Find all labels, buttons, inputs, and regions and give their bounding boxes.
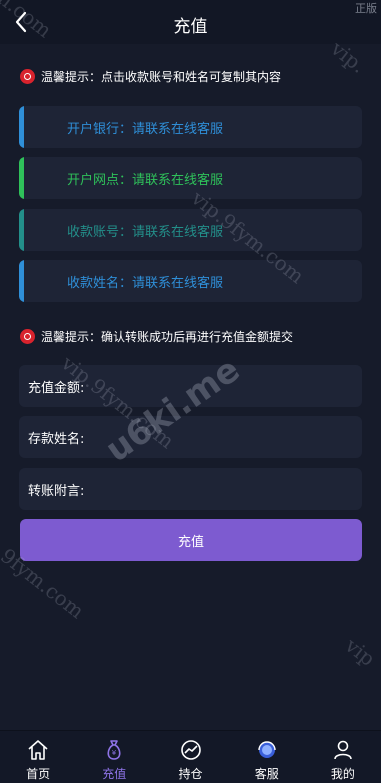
tab-holdings[interactable]: 持仓 [152,731,228,783]
card-accent-bar [19,260,24,302]
branch-text: 开户网点：请联系在线客服 [67,173,224,188]
tab-mine[interactable]: 我的 [305,731,381,783]
copy-tip-text: 温馨提示：点击收款账号和姓名可复制其内容 [41,69,282,84]
tab-home[interactable]: 首页 [0,731,76,783]
chart-icon [180,740,201,760]
money-bag-icon: ¥ [107,740,121,760]
svg-text:¥: ¥ [112,749,117,757]
tab-recharge[interactable]: ¥ 充值 [76,731,152,783]
tab-label: 首页 [26,767,51,781]
card-accent-bar [19,209,24,251]
info-card-name[interactable]: 收款姓名：请联系在线客服 [19,260,362,302]
bank-text: 开户银行：请联系在线客服 [67,122,224,137]
info-card-account[interactable]: 收款账号：请联系在线客服 [19,209,362,251]
recharge-page: 充值 正版 温馨提示：点击收款账号和姓名可复制其内容 开户银行：请联系在线客服 … [0,0,381,783]
home-icon [28,740,48,760]
transfer-tip: 温馨提示：确认转账成功后再进行充值金额提交 [20,326,293,346]
copy-tip: 温馨提示：点击收款账号和姓名可复制其内容 [20,66,281,86]
note-row: 转账附言: [19,468,362,510]
tab-label: 我的 [330,767,355,781]
tab-service[interactable]: 客服 [229,731,305,783]
info-card-bank[interactable]: 开户银行：请联系在线客服 [19,106,362,148]
service-icon [258,741,276,758]
transfer-note-input[interactable] [95,476,349,504]
watermark-text: vip [340,633,380,671]
user-icon [334,740,352,760]
payee-name-text: 收款姓名：请联系在线客服 [67,276,224,291]
depositor-row: 存款姓名: [19,416,362,458]
card-accent-bar [19,157,24,199]
bottom-tab-bar: 首页 ¥ 充值 持仓 客服 我的 [0,730,381,783]
submit-recharge-button[interactable]: 充值 [20,519,362,561]
note-label: 转账附言: [28,484,85,499]
alert-icon [20,68,35,84]
info-card-branch[interactable]: 开户网点：请联系在线客服 [19,157,362,199]
depositor-label: 存款姓名: [28,432,85,447]
alert-icon [20,328,35,344]
page-title: 充值 [173,17,208,37]
tab-label: 充值 [102,767,127,781]
corner-tag: 正版 [355,2,377,15]
tab-label: 客服 [254,767,279,781]
top-nav-bar: 充值 正版 [0,0,381,44]
card-accent-bar [19,106,24,148]
account-text: 收款账号：请联系在线客服 [67,225,224,240]
tab-label: 持仓 [178,767,203,781]
transfer-tip-text: 温馨提示：确认转账成功后再进行充值金额提交 [41,329,294,344]
